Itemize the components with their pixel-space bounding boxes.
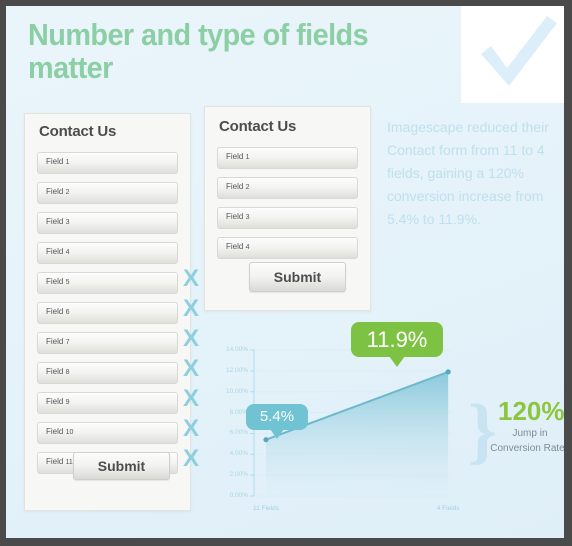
y-axis-tick-label: 12.00%: [225, 366, 248, 374]
field-list: Field 1 Field 2 Field 3 Field 4: [217, 147, 358, 267]
conversion-jump-label: Jump in Conversion Rates: [490, 428, 564, 454]
form-field[interactable]: Field 4: [217, 237, 358, 259]
form-field-label: Field 4: [46, 247, 70, 256]
chart-area-fill: [266, 371, 449, 496]
form-heading: Contact Us: [219, 118, 297, 135]
infographic-canvas: Number and type of fields matter Contact…: [6, 6, 564, 538]
chart-plot: [250, 349, 452, 497]
value-bubble-after: 11.9%: [351, 322, 443, 367]
y-axis-tick-label: 6.00%: [229, 429, 248, 437]
remove-field-icon[interactable]: X: [183, 357, 199, 381]
form-field[interactable]: Field 8 X: [37, 357, 199, 384]
form-field[interactable]: Field 9 X: [37, 387, 199, 414]
conversion-line-chart: 0.00% 2.00% 4.00% 6.00% 8.00% 10.00% 12.00% 14.…: [206, 336, 460, 516]
form-field[interactable]: Field 3: [217, 207, 358, 229]
form-field-label: Field 9: [46, 397, 70, 406]
contact-form-after: Contact Us Field 1 Field 2 Field 3 Field 4 …: [204, 106, 371, 311]
page-title: Number and type of fields matter: [28, 17, 369, 85]
form-field[interactable]: Field 4: [37, 242, 178, 264]
form-field-label: Field 3: [226, 212, 250, 221]
chart-data-point: [445, 369, 451, 375]
submit-button[interactable]: Submit: [73, 452, 170, 480]
x-axis-tick-label: 11 Fields: [253, 505, 279, 512]
contact-form-before: Contact Us Field 1 Field 2 Field 3 Field 4 F…: [24, 113, 199, 511]
description-text: Imagescape reduced their Contact form fr…: [387, 119, 549, 227]
form-field[interactable]: Field 7 X: [37, 327, 199, 354]
form-field-label: Field 2: [46, 187, 70, 196]
form-field-label: Field 1: [226, 152, 250, 161]
bubble-pointer-icon: [389, 356, 405, 367]
form-field[interactable]: Field 3: [37, 212, 178, 234]
y-axis-tick-label: 10.00%: [225, 387, 248, 395]
form-field-label: Field 11: [46, 457, 73, 466]
form-field-label: Field 8: [46, 367, 70, 376]
y-axis-tick-label: 4.00%: [229, 450, 248, 458]
form-field-label: Field 10: [46, 427, 74, 436]
y-axis-tick-label: 14.00%: [225, 346, 248, 353]
form-field[interactable]: Field 2: [217, 177, 358, 199]
form-field[interactable]: Field 10 X: [37, 417, 199, 444]
value-bubble-after-label: 11.9%: [366, 327, 428, 352]
bubble-pointer-icon: [270, 429, 284, 439]
remove-field-icon[interactable]: X: [183, 447, 199, 471]
y-axis-tick-label: 2.00%: [229, 471, 248, 479]
form-field[interactable]: Field 5 X: [37, 267, 199, 294]
form-field-label: Field 7: [46, 337, 70, 346]
form-field[interactable]: Field 1: [37, 152, 178, 174]
form-field-label: Field 3: [46, 217, 70, 226]
remove-field-icon[interactable]: X: [183, 267, 199, 291]
form-field-label: Field 5: [46, 277, 70, 286]
field-list: Field 1 Field 2 Field 3 Field 4 Field 5 X Fiel…: [37, 152, 199, 482]
remove-field-icon[interactable]: X: [183, 387, 199, 411]
form-field[interactable]: Field 6 X: [37, 297, 199, 324]
value-bubble-before-label: 5.4%: [259, 408, 295, 425]
submit-button[interactable]: Submit: [249, 262, 346, 292]
remove-field-icon[interactable]: X: [183, 417, 199, 441]
conversion-jump-value: 120%: [498, 396, 564, 426]
form-field-label: Field 1: [46, 157, 70, 166]
form-field[interactable]: Field 2: [37, 182, 178, 204]
chart-data-point: [263, 437, 269, 443]
form-field[interactable]: Field 1: [217, 147, 358, 169]
y-axis-tick-label: 8.00%: [229, 408, 248, 416]
x-axis-tick-label: 4 Fields: [436, 505, 460, 512]
form-field-label: Field 4: [226, 242, 250, 251]
form-heading: Contact Us: [39, 123, 117, 140]
remove-field-icon[interactable]: X: [183, 327, 199, 351]
form-field-label: Field 2: [226, 182, 250, 191]
check-icon: [461, 6, 564, 103]
form-field-label: Field 6: [46, 307, 70, 316]
y-axis-tick-label: 0.00%: [229, 492, 248, 499]
remove-field-icon[interactable]: X: [183, 297, 199, 321]
value-bubble-before: 5.4%: [246, 404, 308, 439]
